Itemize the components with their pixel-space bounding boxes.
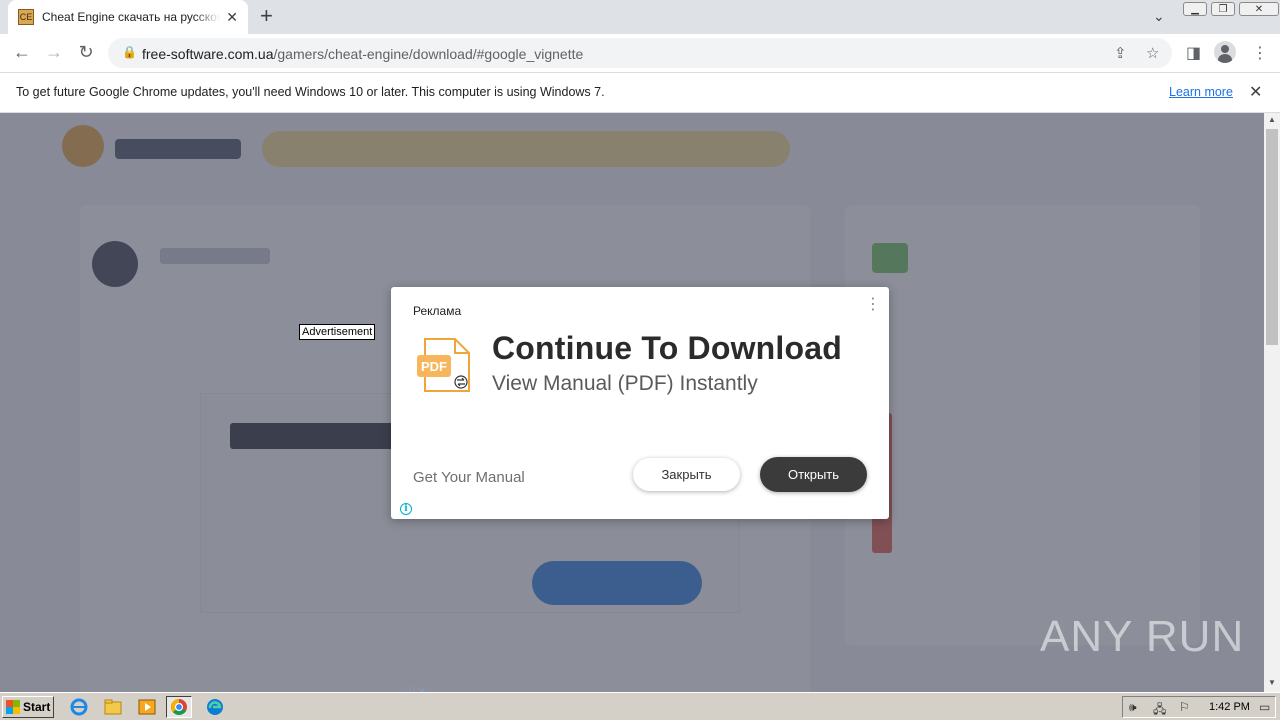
tab-search-chevron-icon[interactable]: ⌄ bbox=[1153, 8, 1165, 25]
reload-icon[interactable]: ↻ bbox=[74, 42, 98, 63]
windows-taskbar: Start 🕪 🖧 ⚐ 1:42 PM ▭ bbox=[0, 692, 1280, 720]
tab-strip: CE Cheat Engine скачать на русском языке… bbox=[0, 0, 1280, 34]
action-center-flag-icon[interactable]: ⚐ bbox=[1179, 700, 1190, 714]
menu-kebab-icon[interactable]: ⋮ bbox=[1252, 43, 1268, 63]
address-bar[interactable]: 🔒 free-software.com.ua/gamers/cheat-engi… bbox=[108, 38, 1172, 68]
browser-tab[interactable]: CE Cheat Engine скачать на русском языке… bbox=[8, 0, 248, 34]
new-tab-button[interactable]: + bbox=[260, 5, 273, 27]
window-close-button[interactable]: ✕ bbox=[1239, 2, 1279, 16]
url-text[interactable]: free-software.com.ua/gamers/cheat-engine… bbox=[142, 46, 583, 62]
ad-label: Реклама bbox=[413, 304, 462, 318]
file-explorer-icon[interactable] bbox=[100, 696, 126, 718]
taskbar-clock[interactable]: 1:42 PM bbox=[1209, 701, 1250, 713]
back-arrow-icon[interactable]: ← bbox=[10, 42, 34, 63]
side-panel-icon[interactable]: ◨ bbox=[1186, 43, 1201, 63]
anyrun-watermark: ANY RUN bbox=[1040, 612, 1245, 661]
restore-button[interactable]: ❐ bbox=[1211, 2, 1235, 16]
windows-logo-icon bbox=[6, 700, 20, 714]
system-tray: 🕪 🖧 ⚐ 1:42 PM ▭ bbox=[1122, 696, 1276, 718]
forward-arrow-icon[interactable]: → bbox=[42, 42, 66, 63]
window-controls: ▁ ❐ ✕ bbox=[1183, 2, 1279, 16]
scroll-up-icon[interactable]: ▲ bbox=[1268, 115, 1276, 124]
site-favicon-icon: CE bbox=[18, 9, 34, 25]
show-desktop-icon[interactable]: ▭ bbox=[1259, 700, 1270, 714]
pdf-file-icon: PDF bbox=[417, 338, 470, 392]
infobar-message: To get future Google Chrome updates, you… bbox=[16, 85, 605, 99]
ad-choices-icon: ⓘ ✕ bbox=[405, 683, 426, 692]
lock-icon[interactable]: 🔒 bbox=[122, 45, 137, 59]
learn-more-link[interactable]: Learn more bbox=[1169, 85, 1233, 99]
ad-open-button[interactable]: Открыть bbox=[760, 457, 867, 492]
vignette-ad-dialog: Реклама ⋮ PDF Continue To Download View … bbox=[391, 287, 889, 519]
url-path: /gamers/cheat-engine/download/#google_vi… bbox=[273, 46, 584, 62]
start-button[interactable]: Start bbox=[2, 696, 54, 718]
edge-icon[interactable] bbox=[202, 696, 228, 718]
ad-close-button[interactable]: Закрыть bbox=[633, 458, 740, 491]
chrome-update-infobar: To get future Google Chrome updates, you… bbox=[0, 72, 1280, 113]
ad-info-icon[interactable]: i bbox=[400, 503, 412, 515]
scroll-down-icon[interactable]: ▼ bbox=[1268, 678, 1276, 687]
browser-toolbar: ← → ↻ 🔒 free-software.com.ua/gamers/chea… bbox=[0, 34, 1280, 72]
svg-text:PDF: PDF bbox=[421, 359, 447, 374]
media-player-icon[interactable] bbox=[134, 696, 160, 718]
tab-title: Cheat Engine скачать на русском языке bbox=[42, 10, 220, 24]
volume-icon[interactable]: 🕪 bbox=[1129, 700, 1137, 715]
scroll-thumb[interactable] bbox=[1266, 129, 1278, 345]
url-domain: free-software.com.ua bbox=[142, 46, 274, 62]
ad-menu-icon[interactable]: ⋮ bbox=[865, 297, 881, 313]
ad-cta-text: Get Your Manual bbox=[413, 469, 525, 486]
profile-avatar[interactable] bbox=[1214, 41, 1236, 63]
minimize-button[interactable]: ▁ bbox=[1183, 2, 1207, 16]
tab-close-icon[interactable]: ✕ bbox=[226, 9, 238, 26]
bookmark-star-icon[interactable]: ☆ bbox=[1146, 44, 1159, 62]
internet-explorer-icon[interactable] bbox=[66, 696, 92, 718]
ad-subheadline: View Manual (PDF) Instantly bbox=[492, 372, 758, 395]
network-icon[interactable]: 🖧 bbox=[1153, 700, 1166, 720]
start-label: Start bbox=[23, 700, 51, 714]
chrome-taskbar-icon[interactable] bbox=[166, 696, 192, 718]
share-icon[interactable]: ⇪ bbox=[1114, 44, 1127, 62]
page-scrollbar[interactable]: ▲ ▼ bbox=[1264, 113, 1280, 692]
advertisement-label: Advertisement bbox=[299, 324, 376, 340]
ad-headline[interactable]: Continue To Download bbox=[492, 330, 842, 367]
infobar-close-icon[interactable]: ✕ bbox=[1249, 82, 1262, 102]
